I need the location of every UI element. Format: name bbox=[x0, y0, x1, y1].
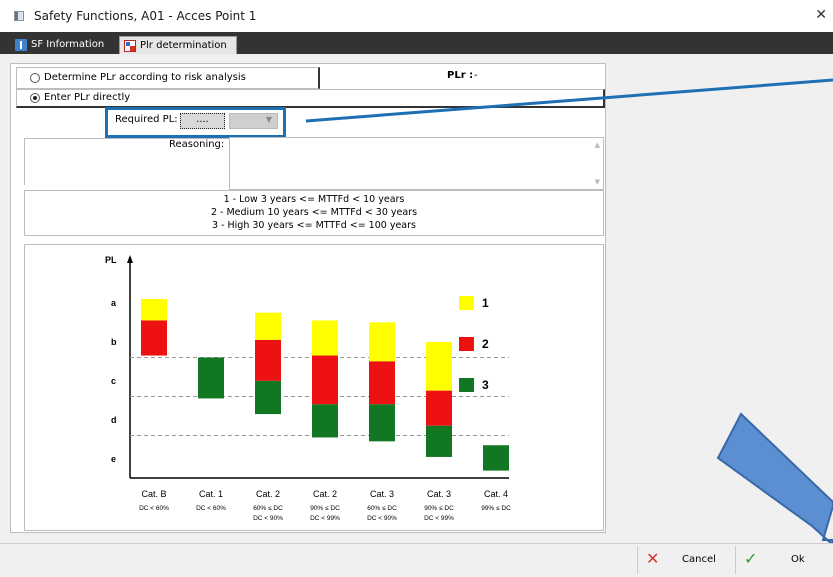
x-category-label: Cat. B bbox=[141, 489, 166, 499]
x-condition-label: 90% ≤ DC bbox=[310, 505, 340, 512]
legend-label: 1 bbox=[482, 296, 489, 310]
plr-determination-icon bbox=[124, 40, 136, 52]
checkmark-icon: ✓ bbox=[744, 549, 758, 568]
tab-sf-information[interactable]: SF Information bbox=[11, 36, 119, 54]
option-enter-directly-label: Enter PLr directly bbox=[44, 92, 131, 103]
window-icon bbox=[14, 11, 24, 21]
cancel-button[interactable]: ✕ Cancel bbox=[637, 546, 735, 574]
scroll-down-icon[interactable]: ▼ bbox=[595, 178, 600, 186]
x-condition-label: 99% ≤ DC bbox=[481, 505, 511, 512]
x-condition-label-2: DC < 90% bbox=[253, 515, 283, 522]
x-condition-label: 60% ≤ DC bbox=[253, 505, 283, 512]
bar-segment-series-1 bbox=[369, 322, 395, 362]
x-category-label: Cat. 3 bbox=[370, 489, 394, 499]
plr-label: PLr : bbox=[447, 70, 474, 81]
ok-button[interactable]: ✓ Ok bbox=[735, 546, 833, 574]
x-condition-label: 60% ≤ DC bbox=[367, 505, 397, 512]
x-condition-label: DC < 60% bbox=[196, 505, 226, 512]
mttfd-legend: 1 - Low 3 years <= MTTFd < 10 years 2 - … bbox=[24, 190, 604, 236]
x-category-label: Cat. 2 bbox=[256, 489, 280, 499]
ok-label: Ok bbox=[791, 554, 805, 565]
radio-risk-analysis[interactable] bbox=[30, 73, 40, 83]
info-icon bbox=[15, 39, 27, 51]
x-category-label: Cat. 3 bbox=[427, 489, 451, 499]
y-axis-arrowhead bbox=[127, 255, 133, 263]
x-category-label: Cat. 4 bbox=[484, 489, 508, 499]
y-axis-label: PL bbox=[105, 255, 117, 265]
y-tick-label: e bbox=[111, 454, 116, 464]
bar-segment-series-2 bbox=[369, 361, 395, 405]
reasoning-label: Reasoning: bbox=[169, 139, 225, 150]
bar-segment-series-3 bbox=[426, 425, 452, 457]
title-bar: Safety Functions, A01 - Acces Point 1 ✕ bbox=[0, 0, 833, 32]
radio-enter-directly[interactable] bbox=[30, 93, 40, 103]
bar-segment-series-3 bbox=[483, 445, 509, 471]
bar-segment-series-2 bbox=[312, 355, 338, 405]
legend-label: 3 bbox=[482, 378, 489, 392]
scroll-up-icon[interactable]: ▲ bbox=[595, 141, 600, 149]
window-title: Safety Functions, A01 - Acces Point 1 bbox=[34, 9, 257, 23]
bar-segment-series-2 bbox=[141, 320, 167, 356]
legend-swatch-3 bbox=[459, 378, 474, 392]
close-icon[interactable]: ✕ bbox=[815, 7, 827, 23]
x-condition-label-2: DC < 99% bbox=[310, 515, 340, 522]
y-tick-label: c bbox=[111, 376, 116, 386]
option-risk-analysis-label: Determine PLr according to risk analysis bbox=[44, 72, 246, 83]
bar-segment-series-1 bbox=[255, 312, 281, 340]
x-condition-label-2: DC < 99% bbox=[424, 515, 454, 522]
tab-label: SF Information bbox=[31, 39, 105, 50]
legend-swatch-2 bbox=[459, 337, 474, 351]
x-condition-label-2: DC < 90% bbox=[367, 515, 397, 522]
cancel-icon: ✕ bbox=[646, 549, 660, 568]
bar-segment-series-1 bbox=[312, 320, 338, 356]
bar-segment-series-2 bbox=[426, 390, 452, 426]
x-condition-label: 90% ≤ DC bbox=[424, 505, 454, 512]
reasoning-textarea[interactable]: ▲ ▼ bbox=[229, 137, 604, 190]
option-enter-directly-row[interactable]: Enter PLr directly bbox=[16, 89, 605, 108]
plr-value: - bbox=[474, 70, 478, 81]
legend-line-medium: 2 - Medium 10 years <= MTTFd < 30 years bbox=[210, 207, 418, 218]
y-tick-label: d bbox=[111, 415, 117, 425]
y-tick-label: b bbox=[111, 337, 117, 347]
bar-segment-series-3 bbox=[312, 404, 338, 438]
tab-bar: SF Information Plr determination bbox=[0, 32, 833, 54]
bar-segment-series-1 bbox=[426, 341, 452, 391]
legend-line-high: 3 - High 30 years <= MTTFd <= 100 years bbox=[212, 220, 416, 231]
pl-category-chart: PL a b c d e Cat. B DC < 60% Cat. 1 DC < 60% Cat. … bbox=[105, 255, 511, 522]
legend-label: 2 bbox=[482, 337, 489, 351]
tab-plr-determination[interactable]: Plr determination bbox=[119, 36, 237, 54]
bar-segment-series-1 bbox=[141, 299, 167, 321]
option-risk-analysis-row[interactable]: Determine PLr according to risk analysis bbox=[16, 67, 320, 89]
y-tick-label: a bbox=[111, 298, 117, 308]
big-arrow-annotation bbox=[716, 412, 833, 547]
legend-line-low: 1 - Low 3 years <= MTTFd < 10 years bbox=[223, 194, 405, 205]
x-condition-label: DC < 60% bbox=[139, 505, 169, 512]
tab-label: Plr determination bbox=[140, 40, 227, 51]
x-category-label: Cat. 1 bbox=[199, 489, 223, 499]
bar-segment-series-3 bbox=[255, 380, 281, 415]
bar-segment-series-3 bbox=[198, 357, 224, 399]
cancel-label: Cancel bbox=[682, 554, 716, 565]
legend-swatch-1 bbox=[459, 296, 474, 310]
x-category-label: Cat. 2 bbox=[313, 489, 337, 499]
bar-segment-series-3 bbox=[369, 404, 395, 442]
highlight-annotation bbox=[105, 107, 286, 138]
bar-segment-series-2 bbox=[255, 339, 281, 381]
